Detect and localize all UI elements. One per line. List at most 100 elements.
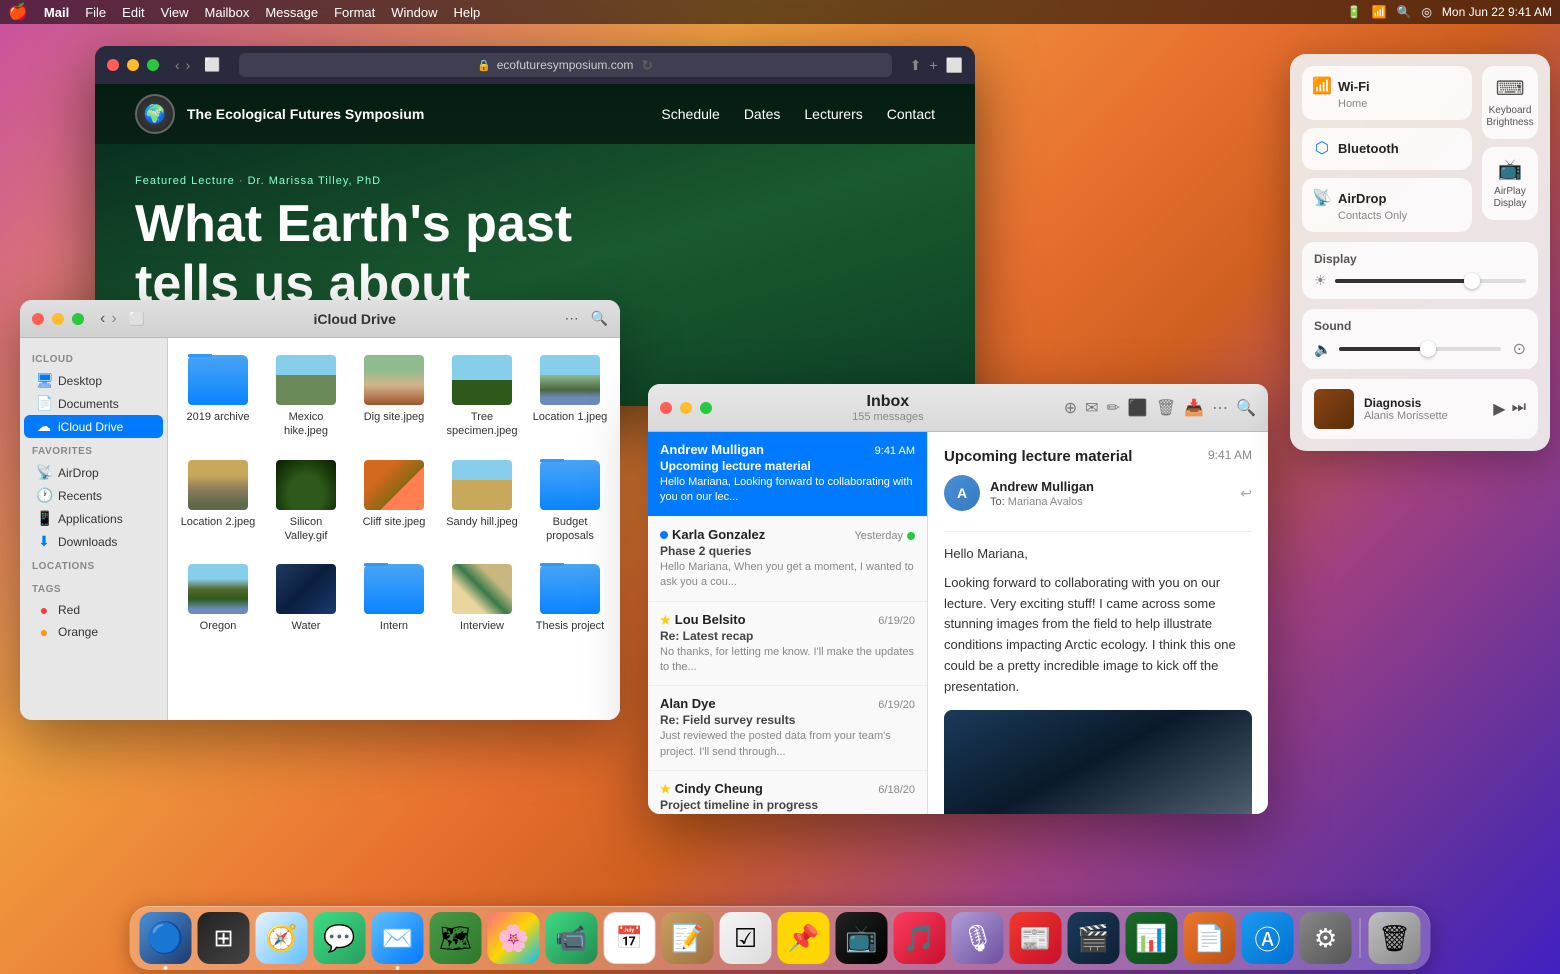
airdrop-tile[interactable]: 📡 AirDrop Contacts Only	[1302, 178, 1472, 232]
dock-trash[interactable]: 🗑	[1369, 912, 1421, 964]
mail-item[interactable]: Andrew Mulligan 9:41 AM Upcoming lecture…	[648, 432, 927, 517]
file-item[interactable]: Water	[264, 555, 348, 641]
mail-maximize[interactable]	[700, 402, 712, 414]
maximize-button[interactable]	[147, 59, 159, 71]
dock-safari[interactable]: 🧭	[256, 912, 308, 964]
file-item[interactable]: Location 2.jpeg	[176, 451, 260, 552]
apple-menu[interactable]: 🍎	[8, 2, 28, 22]
share-icon[interactable]: ⬆	[910, 57, 922, 74]
dock-notes[interactable]: 📝	[662, 912, 714, 964]
sound-slider[interactable]: 🔈 ⊙	[1314, 339, 1526, 359]
new-tab-icon[interactable]: +	[929, 57, 937, 74]
play-icon[interactable]: ▶	[1493, 399, 1505, 419]
file-item[interactable]: Budget proposals	[528, 451, 612, 552]
sound-options-icon[interactable]: ⊙	[1513, 339, 1526, 359]
file-item[interactable]: Dig site.jpeg	[352, 346, 436, 447]
dock-music[interactable]: 🎵	[894, 912, 946, 964]
file-item[interactable]: Mexico hike.jpeg	[264, 346, 348, 447]
nav-dates[interactable]: Dates	[744, 106, 781, 122]
menu-mailbox[interactable]: Mailbox	[205, 5, 250, 20]
menu-format[interactable]: Format	[334, 5, 375, 20]
minimize-button[interactable]	[127, 59, 139, 71]
sidebar-toggle-icon[interactable]: ⬜	[204, 57, 220, 73]
airplay-tile[interactable]: 📺 AirPlay Display	[1482, 147, 1538, 220]
file-item[interactable]: Cliff site.jpeg	[352, 451, 436, 552]
dock-maps[interactable]: 🗺	[430, 912, 482, 964]
sidebar-item-documents[interactable]: 📄 Documents	[24, 392, 163, 415]
dock-system-preferences[interactable]: ⚙	[1300, 912, 1352, 964]
finder-forward[interactable]: ›	[111, 310, 116, 328]
dock-appstore[interactable]: Ⓐ	[1242, 912, 1294, 964]
close-button[interactable]	[107, 59, 119, 71]
dock-tv[interactable]: 📺	[836, 912, 888, 964]
mail-more-icon[interactable]: ⋯	[1212, 398, 1228, 418]
dock-reminders[interactable]: ☑	[720, 912, 772, 964]
finder-close[interactable]	[32, 313, 44, 325]
sidebar-item-icloud[interactable]: ☁ iCloud Drive	[24, 415, 163, 438]
file-item[interactable]: Location 1.jpeg	[528, 346, 612, 447]
mail-item[interactable]: Alan Dye 6/19/20 Re: Field survey result…	[648, 686, 927, 771]
file-item[interactable]: Interview	[440, 555, 524, 641]
mail-delete-icon[interactable]: 🗑	[1156, 398, 1176, 418]
dock-mail[interactable]: ✉️	[372, 912, 424, 964]
mail-minimize[interactable]	[680, 402, 692, 414]
finder-search-icon[interactable]: 🔍	[591, 310, 608, 327]
mail-search-icon[interactable]: 🔍	[1236, 398, 1256, 418]
dock-launchpad[interactable]: ⊞	[198, 912, 250, 964]
finder-maximize[interactable]	[72, 313, 84, 325]
sidebar-tag-red[interactable]: ● Red	[24, 599, 163, 621]
dock-facetime[interactable]: 📹	[546, 912, 598, 964]
sidebar-tag-orange[interactable]: ● Orange	[24, 621, 163, 643]
url-bar[interactable]: 🔒 ecofuturesymposium.com ↻	[239, 53, 892, 77]
back-icon[interactable]: ‹	[175, 57, 180, 73]
dock-stickies[interactable]: 📌	[778, 912, 830, 964]
menu-window[interactable]: Window	[391, 5, 437, 20]
nav-lecturers[interactable]: Lecturers	[804, 106, 862, 122]
finder-view-toggle[interactable]: ⬜	[129, 311, 145, 327]
sidebar-item-airdrop[interactable]: 📡 AirDrop	[24, 461, 163, 484]
mail-archive-icon[interactable]: 📥	[1184, 398, 1204, 418]
file-item[interactable]: 2019 archive	[176, 346, 260, 447]
file-item[interactable]: Sandy hill.jpeg	[440, 451, 524, 552]
sidebar-item-applications[interactable]: 📱 Applications	[24, 507, 163, 530]
file-item[interactable]: Intern	[352, 555, 436, 641]
mail-item[interactable]: ★Lou Belsito 6/19/20 Re: Latest recap No…	[648, 602, 927, 687]
dock-numbers[interactable]: 📊	[1126, 912, 1178, 964]
file-item[interactable]: Silicon Valley.gif	[264, 451, 348, 552]
display-slider[interactable]: ☀	[1314, 272, 1526, 289]
menu-edit[interactable]: Edit	[122, 5, 144, 20]
mail-compose-icon[interactable]: ✉	[1085, 398, 1098, 418]
search-icon[interactable]: 🔍	[1396, 5, 1411, 19]
mail-reply-icon[interactable]: ✏	[1107, 398, 1120, 418]
menu-help[interactable]: Help	[454, 5, 481, 20]
menu-view[interactable]: View	[161, 5, 189, 20]
app-name[interactable]: Mail	[44, 5, 69, 20]
mail-item[interactable]: ★Cindy Cheung 6/18/20 Project timeline i…	[648, 771, 927, 814]
nav-schedule[interactable]: Schedule	[661, 106, 719, 122]
menu-message[interactable]: Message	[265, 5, 318, 20]
dock-calendar[interactable]: 📅	[604, 912, 656, 964]
menu-file[interactable]: File	[85, 5, 106, 20]
file-item[interactable]: Tree specimen.jpeg	[440, 346, 524, 447]
dock-news[interactable]: 📰	[1010, 912, 1062, 964]
dock-keynote[interactable]: 🎬	[1068, 912, 1120, 964]
sidebar-icon[interactable]: ⬜	[946, 57, 963, 74]
mail-junk-icon[interactable]: ⊕	[1064, 398, 1077, 418]
finder-back[interactable]: ‹	[100, 310, 105, 328]
siri-icon[interactable]: ◎	[1421, 5, 1431, 19]
forward-icon[interactable]: ›	[186, 57, 191, 73]
next-icon[interactable]: ⏭	[1512, 399, 1526, 419]
mail-item[interactable]: Karla Gonzalez Yesterday Phase 2 queries…	[648, 517, 927, 602]
file-item[interactable]: Oregon	[176, 555, 260, 641]
mail-move-icon[interactable]: ⬛	[1128, 398, 1148, 418]
finder-minimize[interactable]	[52, 313, 64, 325]
finder-path-icon[interactable]: ⋯	[565, 310, 579, 327]
dock-pages[interactable]: 📄	[1184, 912, 1236, 964]
reload-icon[interactable]: ↻	[641, 57, 653, 74]
sidebar-item-desktop[interactable]: 🖥 Desktop	[24, 369, 163, 392]
reply-arrow-icon[interactable]: ↩	[1240, 485, 1252, 502]
dock-photos[interactable]: 🌸	[488, 912, 540, 964]
sidebar-item-recents[interactable]: 🕐 Recents	[24, 484, 163, 507]
dock-messages[interactable]: 💬	[314, 912, 366, 964]
nav-contact[interactable]: Contact	[887, 106, 935, 122]
